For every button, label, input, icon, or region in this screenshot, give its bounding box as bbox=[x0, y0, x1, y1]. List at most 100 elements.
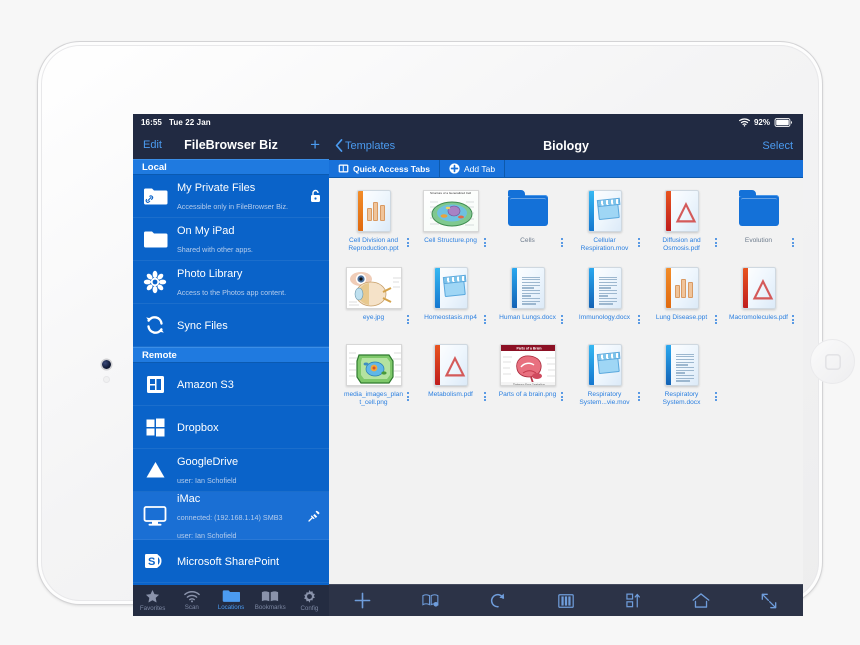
file-item[interactable]: Structure of a Generalized Cell Cell Str… bbox=[412, 186, 489, 263]
file-item[interactable]: △ Metabolism.pdf bbox=[412, 340, 489, 417]
sidebar-item-microsoft-sharepoint[interactable]: S Microsoft SharePoint bbox=[133, 540, 329, 583]
file-item[interactable]: Homeostasis.mp4 bbox=[412, 263, 489, 340]
file-thumbnail bbox=[643, 263, 720, 312]
select-button[interactable]: Select bbox=[762, 140, 793, 152]
file-thumbnail bbox=[335, 186, 412, 235]
file-menu-button[interactable] bbox=[561, 315, 563, 325]
file-menu-button[interactable] bbox=[792, 315, 794, 325]
file-item[interactable]: Cell Division and Reproduction.ppt bbox=[335, 186, 412, 263]
file-thumbnail: △ bbox=[412, 340, 489, 389]
main-navbar: Templates Biology Select bbox=[329, 131, 803, 160]
file-menu-button[interactable] bbox=[407, 315, 409, 325]
refresh-button[interactable] bbox=[464, 592, 532, 609]
sidebar-item-label: Amazon S3 bbox=[177, 379, 234, 392]
folder-item[interactable]: Cells bbox=[489, 186, 566, 263]
file-thumbnail bbox=[335, 263, 412, 312]
hardware-home-button[interactable] bbox=[810, 339, 855, 384]
file-label: media_images_plant_cell.png bbox=[343, 391, 403, 406]
add-bookmark-button[interactable] bbox=[397, 593, 465, 608]
file-menu-button[interactable] bbox=[638, 392, 640, 402]
file-label: Respiratory System...vie.mov bbox=[579, 391, 630, 406]
folder-icon bbox=[507, 190, 548, 226]
file-item[interactable]: △ Macromolecules.pdf bbox=[720, 263, 797, 340]
eject-plug-icon[interactable] bbox=[307, 509, 321, 523]
file-item[interactable]: Immunology.docx bbox=[566, 263, 643, 340]
home-button[interactable] bbox=[668, 593, 736, 608]
column-view-icon bbox=[558, 593, 574, 608]
sidebar-item-label: Sync Files bbox=[177, 319, 228, 332]
file-menu-button[interactable] bbox=[484, 315, 486, 325]
sidebar-item-sync-files[interactable]: Sync Files bbox=[133, 304, 329, 347]
tabs-icon bbox=[338, 164, 349, 173]
file-item[interactable]: Cellular Respiration.mov bbox=[566, 186, 643, 263]
eye-image-icon bbox=[345, 266, 402, 309]
file-item[interactable]: eye.jpg bbox=[335, 263, 412, 340]
ipad-device-frame: 16:55 Tue 22 Jan Edit FileBrowser Biz + … bbox=[38, 42, 855, 616]
status-time: 16:55 bbox=[141, 117, 162, 127]
file-menu-button[interactable] bbox=[792, 238, 794, 248]
photos-flower-icon bbox=[142, 269, 168, 295]
refresh-icon bbox=[490, 592, 506, 609]
file-grid: Cell Division and Reproduction.ppt Struc… bbox=[329, 178, 803, 584]
file-thumbnail: Parts of a Brain Thalamus Pons Cerebellu… bbox=[489, 340, 566, 389]
battery-percent-label: 92% bbox=[753, 118, 770, 127]
file-item[interactable]: media_images_plant_cell.png bbox=[335, 340, 412, 417]
sidebar-item-photo-library[interactable]: Photo Library Access to the Photos app c… bbox=[133, 261, 329, 304]
sidebar-item-label: My Private Files bbox=[177, 182, 256, 195]
sidebar-item-my-private-files[interactable]: My Private Files Accessible only in File… bbox=[133, 175, 329, 219]
file-menu-button[interactable] bbox=[484, 392, 486, 402]
fullscreen-button[interactable] bbox=[735, 593, 803, 609]
add-location-button[interactable]: + bbox=[310, 136, 320, 153]
svg-text:Thalamus Pons Cerebellum: Thalamus Pons Cerebellum bbox=[512, 382, 544, 385]
tab-label: Add Tab bbox=[464, 163, 496, 174]
sidebar-item-text: Sync Files bbox=[177, 316, 321, 334]
file-menu-button[interactable] bbox=[715, 315, 717, 325]
file-menu-button[interactable] bbox=[561, 238, 563, 248]
file-menu-button[interactable] bbox=[638, 315, 640, 325]
brain-image-icon: Parts of a Brain Thalamus Pons Cerebellu… bbox=[499, 343, 556, 386]
sidebar-item-imac[interactable]: iMac connected: (192.168.1.14) SMB3 user… bbox=[133, 492, 329, 541]
file-menu-button[interactable] bbox=[638, 238, 640, 248]
tab-add-tab[interactable]: Add Tab bbox=[440, 160, 506, 177]
file-item[interactable]: Parts of a Brain Thalamus Pons Cerebellu… bbox=[489, 340, 566, 417]
file-menu-button[interactable] bbox=[484, 238, 486, 248]
file-label: Metabolism.pdf bbox=[428, 391, 473, 398]
file-menu-button[interactable] bbox=[407, 392, 409, 402]
file-item[interactable]: Respiratory System...vie.mov bbox=[566, 340, 643, 417]
sort-button[interactable] bbox=[600, 593, 668, 608]
tabbar-item-favorites[interactable]: Favorites bbox=[133, 589, 172, 612]
file-label: Cells bbox=[520, 237, 535, 244]
sidebar-item-subtitle-2: user: Ian Schofield bbox=[177, 530, 237, 540]
file-item[interactable]: Respiratory System.docx bbox=[643, 340, 720, 417]
tabbar-item-scan[interactable]: Scan bbox=[172, 590, 211, 611]
file-menu-button[interactable] bbox=[561, 392, 563, 402]
sidebar-item-dropbox[interactable]: Dropbox bbox=[133, 406, 329, 450]
sidebar-item-text: GoogleDrive user: Ian Schofield bbox=[177, 452, 321, 488]
new-item-button[interactable] bbox=[329, 592, 397, 609]
folder-item[interactable]: Evolution bbox=[720, 186, 797, 263]
word-document-icon bbox=[664, 343, 699, 386]
file-item[interactable]: Human Lungs.docx bbox=[489, 263, 566, 340]
book-icon bbox=[261, 590, 279, 603]
file-label: Immunology.docx bbox=[578, 314, 631, 321]
sidebar-item-text: On My iPad Shared with other apps. bbox=[177, 221, 321, 257]
tabbar-item-config[interactable]: Config bbox=[290, 589, 329, 612]
tabbar-item-bookmarks[interactable]: Bookmarks bbox=[251, 590, 290, 611]
sidebar-item-subtitle: Access to the Photos app content. bbox=[177, 288, 287, 298]
file-thumbnail bbox=[412, 263, 489, 312]
plus-icon bbox=[354, 592, 371, 609]
file-menu-button[interactable] bbox=[715, 238, 717, 248]
tabbar-item-locations[interactable]: Locations bbox=[211, 589, 250, 611]
file-item[interactable]: Lung Disease.ppt bbox=[643, 263, 720, 340]
sidebar-item-amazon-s3[interactable]: Amazon S3 bbox=[133, 363, 329, 407]
file-thumbnail bbox=[489, 186, 566, 235]
file-menu-button[interactable] bbox=[715, 392, 717, 402]
file-menu-button[interactable] bbox=[407, 238, 409, 248]
view-mode-button[interactable] bbox=[532, 593, 600, 608]
sidebar-item-on-my-ipad[interactable]: On My iPad Shared with other apps. bbox=[133, 218, 329, 262]
page-title: Biology bbox=[543, 138, 589, 153]
tab-quick-access-tabs[interactable]: Quick Access Tabs bbox=[329, 160, 441, 177]
sidebar-item-googledrive[interactable]: GoogleDrive user: Ian Schofield bbox=[133, 449, 329, 493]
file-item[interactable]: △ Diffusion and Osmosis.pdf bbox=[643, 186, 720, 263]
file-label: Diffusion and Osmosis.pdf bbox=[662, 237, 701, 252]
